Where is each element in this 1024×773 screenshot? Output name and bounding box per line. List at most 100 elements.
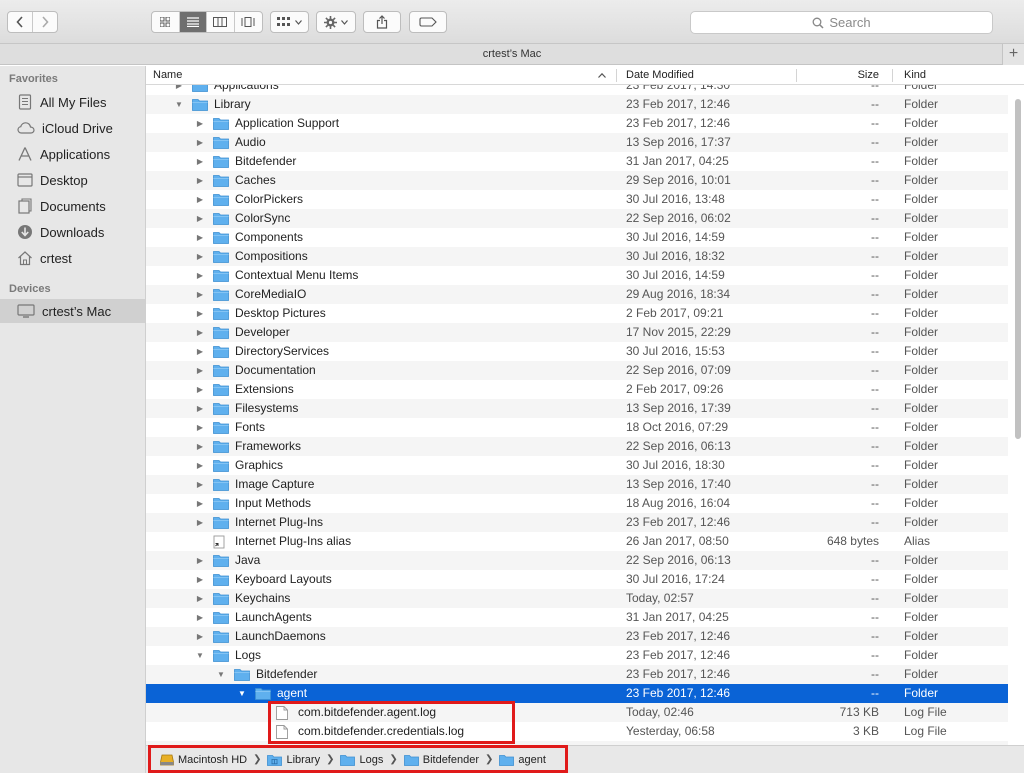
disclosure-closed-icon[interactable]: ▶ [195,228,205,247]
table-row-keychains[interactable]: ▶ Keychains Today, 02:57 -- Folder [146,589,1008,608]
disclosure-closed-icon[interactable]: ▶ [195,513,205,532]
sidebar-item-applications[interactable]: Applications [0,142,145,166]
disclosure-closed-icon[interactable]: ▶ [195,551,205,570]
disclosure-closed-icon[interactable]: ▶ [195,589,205,608]
file-name: Image Capture [235,477,315,491]
disclosure-closed-icon[interactable]: ▶ [195,285,205,304]
disclosure-closed-icon[interactable]: ▶ [195,342,205,361]
table-row-internet-plug-ins-alias[interactable]: Internet Plug-Ins alias 26 Jan 2017, 08:5… [146,532,1008,551]
table-row-keyboard-layouts[interactable]: ▶ Keyboard Layouts 30 Jul 2016, 17:24 -- Fol… [146,570,1008,589]
table-row-colorpickers[interactable]: ▶ ColorPickers 30 Jul 2016, 13:48 -- Folder [146,190,1008,209]
table-row-documentation[interactable]: ▶ Documentation 22 Sep 2016, 07:09 -- Folder [146,361,1008,380]
column-date-modified[interactable]: Date Modified [626,66,694,85]
column-divider[interactable] [892,69,893,82]
disclosure-closed-icon[interactable]: ▶ [195,190,205,209]
table-row-colorsync[interactable]: ▶ ColorSync 22 Sep 2016, 06:02 -- Folder [146,209,1008,228]
new-tab-button[interactable]: + [1002,44,1024,65]
disclosure-open-icon[interactable]: ▼ [174,95,184,114]
disclosure-open-icon[interactable]: ▼ [216,665,226,684]
disclosure-closed-icon[interactable]: ▶ [195,570,205,589]
disclosure-closed-icon[interactable]: ▶ [195,209,205,228]
tags-button[interactable] [409,11,447,33]
table-row-developer[interactable]: ▶ Developer 17 Nov 2015, 22:29 -- Folder [146,323,1008,342]
file-date-modified: 22 Sep 2016, 06:13 [626,553,731,567]
vertical-scrollbar[interactable] [1013,85,1023,745]
arrange-button[interactable] [270,11,309,33]
table-row-bitdefender[interactable]: ▶ Bitdefender 31 Jan 2017, 04:25 -- Folder [146,152,1008,171]
table-row-audio[interactable]: ▶ Audio 13 Sep 2016, 17:37 -- Folder [146,133,1008,152]
disclosure-closed-icon[interactable]: ▶ [195,266,205,285]
table-row-directoryservices[interactable]: ▶ DirectoryServices 30 Jul 2016, 15:53 -- Fo… [146,342,1008,361]
table-row-components[interactable]: ▶ Components 30 Jul 2016, 14:59 -- Folder [146,228,1008,247]
table-row-launchdaemons[interactable]: ▶ LaunchDaemons 23 Feb 2017, 12:46 -- Folder [146,627,1008,646]
disclosure-closed-icon[interactable]: ▶ [195,304,205,323]
column-divider[interactable] [796,69,797,82]
table-row-extensions[interactable]: ▶ Extensions 2 Feb 2017, 09:26 -- Folder [146,380,1008,399]
list-view-button[interactable] [179,12,207,32]
table-row-fonts[interactable]: ▶ Fonts 18 Oct 2016, 07:29 -- Folder [146,418,1008,437]
disclosure-closed-icon[interactable]: ▶ [195,475,205,494]
disclosure-closed-icon[interactable]: ▶ [195,608,205,627]
column-size[interactable]: Size [806,66,879,85]
cover-flow-button[interactable] [235,12,262,32]
search-field[interactable]: Search [690,11,993,34]
sidebar-item-icloud-drive[interactable]: iCloud Drive [0,116,145,140]
table-row-graphics[interactable]: ▶ Graphics 30 Jul 2016, 18:30 -- Folder [146,456,1008,475]
sidebar-item-crtest[interactable]: crtest [0,246,145,270]
disclosure-closed-icon[interactable]: ▶ [195,133,205,152]
file-size: 713 KB [839,705,879,719]
disclosure-closed-icon[interactable]: ▶ [195,437,205,456]
forward-button[interactable] [33,12,57,32]
back-button[interactable] [8,12,33,32]
file-date-modified: 23 Feb 2017, 12:46 [626,648,731,662]
sidebar-item-documents[interactable]: Documents [0,194,145,218]
share-button[interactable] [363,11,401,33]
action-button[interactable] [316,11,356,33]
file-kind: Folder [904,401,939,415]
sidebar-item-crtests-mac[interactable]: crtest’s Mac [0,299,145,323]
disclosure-open-icon[interactable]: ▼ [195,646,205,665]
disclosure-closed-icon[interactable]: ▶ [195,152,205,171]
disclosure-open-icon[interactable]: ▼ [237,684,247,703]
table-row-image-capture[interactable]: ▶ Image Capture 13 Sep 2016, 17:40 -- Folder [146,475,1008,494]
disclosure-closed-icon[interactable]: ▶ [195,456,205,475]
table-row-internet-plug-ins[interactable]: ▶ Internet Plug-Ins 23 Feb 2017, 12:46 -- Fo… [146,513,1008,532]
file-name: DirectoryServices [235,344,330,358]
table-row-bitdefender[interactable]: ▼ Bitdefender 23 Feb 2017, 12:46 -- Folder [146,665,1008,684]
disclosure-closed-icon[interactable]: ▶ [195,399,205,418]
disclosure-closed-icon[interactable]: ▶ [195,247,205,266]
file-kind: Folder [904,268,939,282]
disclosure-closed-icon[interactable]: ▶ [195,171,205,190]
column-view-button[interactable] [207,12,235,32]
disclosure-closed-icon[interactable]: ▶ [195,323,205,342]
sidebar-item-all-my-files[interactable]: All My Files [0,90,145,114]
column-name[interactable]: Name [153,66,182,85]
icon-view-button[interactable] [152,12,180,32]
table-row-contextual-menu-items[interactable]: ▶ Contextual Menu Items 30 Jul 2016, 14:59… [146,266,1008,285]
table-row-launchagents[interactable]: ▶ LaunchAgents 31 Jan 2017, 04:25 -- Folder [146,608,1008,627]
column-kind[interactable]: Kind [904,66,926,85]
disclosure-closed-icon[interactable]: ▶ [195,380,205,399]
file-size: -- [871,192,879,206]
table-row-frameworks[interactable]: ▶ Frameworks 22 Sep 2016, 06:13 -- Folder [146,437,1008,456]
table-row-desktop-pictures[interactable]: ▶ Desktop Pictures 2 Feb 2017, 09:21 -- Fold… [146,304,1008,323]
disclosure-closed-icon[interactable]: ▶ [195,114,205,133]
sidebar-item-downloads[interactable]: Downloads [0,220,145,244]
table-row-filesystems[interactable]: ▶ Filesystems 13 Sep 2016, 17:39 -- Folder [146,399,1008,418]
table-row-logs[interactable]: ▼ Logs 23 Feb 2017, 12:46 -- Folder [146,646,1008,665]
disclosure-closed-icon[interactable]: ▶ [195,418,205,437]
table-row-coremediaio[interactable]: ▶ CoreMediaIO 29 Aug 2016, 18:34 -- Folder [146,285,1008,304]
disclosure-closed-icon[interactable]: ▶ [195,627,205,646]
table-row-input-methods[interactable]: ▶ Input Methods 18 Aug 2016, 16:04 -- Folder [146,494,1008,513]
disclosure-closed-icon[interactable]: ▶ [195,494,205,513]
scrollbar-thumb[interactable] [1015,99,1021,439]
table-row-compositions[interactable]: ▶ Compositions 30 Jul 2016, 18:32 -- Folder [146,247,1008,266]
table-row-library[interactable]: ▼ Library 23 Feb 2017, 12:46 -- Folder [146,95,1008,114]
column-view-icon [213,17,228,27]
column-divider[interactable] [616,69,617,82]
table-row-java[interactable]: ▶ Java 22 Sep 2016, 06:13 -- Folder [146,551,1008,570]
table-row-application-support[interactable]: ▶ Application Support 23 Feb 2017, 12:46 --… [146,114,1008,133]
table-row-caches[interactable]: ▶ Caches 29 Sep 2016, 10:01 -- Folder [146,171,1008,190]
disclosure-closed-icon[interactable]: ▶ [195,361,205,380]
sidebar-item-desktop[interactable]: Desktop [0,168,145,192]
